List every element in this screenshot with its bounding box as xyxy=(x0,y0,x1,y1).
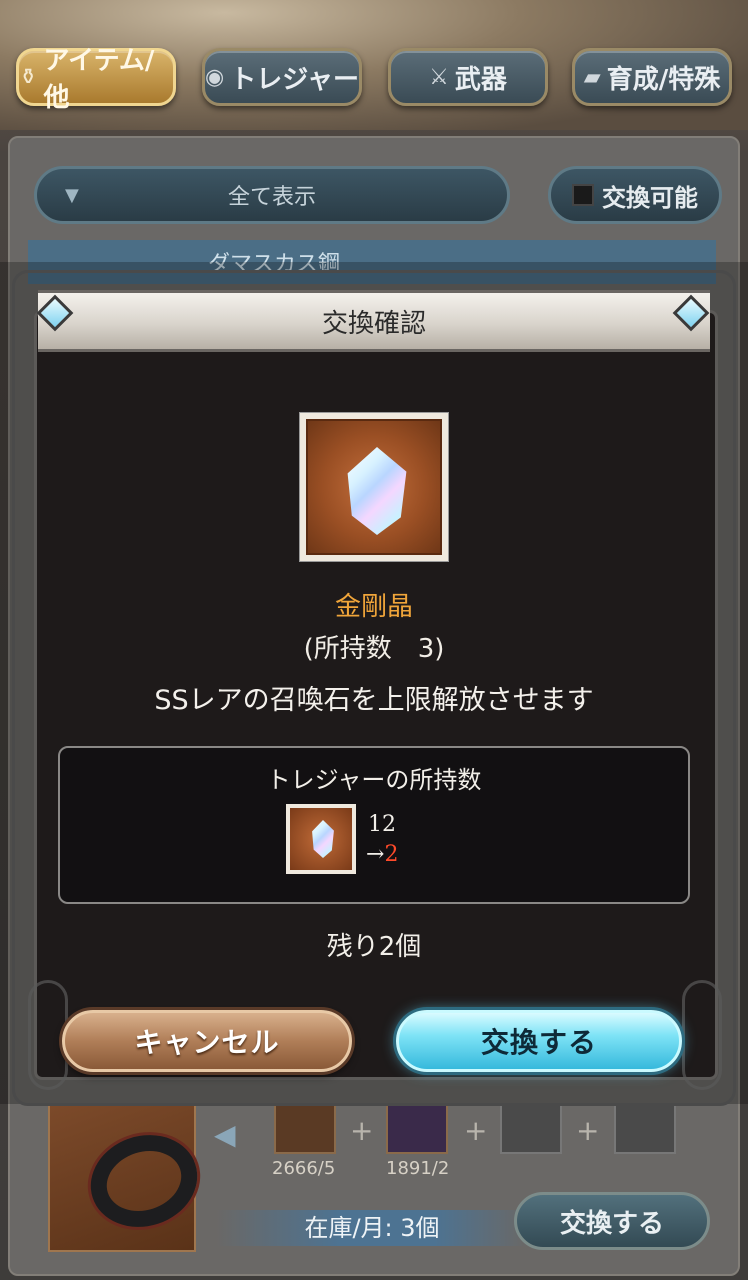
material-thumb xyxy=(274,1104,336,1154)
arrow-right-icon: → xyxy=(366,842,385,867)
arrow-left-icon: ◀ xyxy=(214,1118,236,1151)
crystal-icon xyxy=(347,447,407,535)
tab-label: トレジャー xyxy=(230,64,359,95)
item-name: 金剛晶 xyxy=(334,592,413,622)
treasure-icon: ◉ xyxy=(205,64,225,90)
empty-slot xyxy=(614,1104,676,1154)
owned-count: (所持数 3) xyxy=(303,634,445,664)
toggle-label: 交換可能 xyxy=(602,183,698,212)
plus-icon: + xyxy=(576,1114,600,1147)
tab-label: 育成/特殊 xyxy=(606,64,721,95)
item-description: SSレアの召喚石を上限解放させます xyxy=(154,685,594,716)
exchange-screen: ⚱ アイテム/他 ◉ トレジャー ⚔ 武器 ▰ 育成/特殊 ▼ 全て表示 交換可… xyxy=(0,0,748,1280)
plus-icon: + xyxy=(350,1114,374,1147)
tab-training[interactable]: ▰ 育成/特殊 xyxy=(572,48,732,106)
tab-label: 武器 xyxy=(454,64,507,95)
treasure-count-title: トレジャーの所持数 xyxy=(266,766,482,794)
plus-icon: + xyxy=(464,1114,488,1147)
material-count: 1891/2 xyxy=(386,1158,450,1179)
treasure-after: 2 xyxy=(384,842,399,867)
item-image xyxy=(299,412,449,562)
treasure-background xyxy=(290,808,352,870)
tab-weapons[interactable]: ⚔ 武器 xyxy=(388,48,548,106)
treasure-count-box: トレジャーの所持数 12 →2 xyxy=(58,746,690,904)
stock-label: 在庫/月: 3個 xyxy=(216,1210,528,1246)
material-thumb xyxy=(386,1104,448,1154)
exchangeable-toggle[interactable]: 交換可能 xyxy=(548,166,722,224)
crystal-icon xyxy=(312,820,334,858)
item-background xyxy=(306,419,442,555)
tab-items[interactable]: ⚱ アイテム/他 xyxy=(16,46,176,113)
treasure-after-line: →2 xyxy=(366,842,398,867)
exchange-button[interactable]: 交換する xyxy=(514,1192,710,1250)
cancel-button[interactable]: キャンセル xyxy=(62,1010,352,1072)
list-item: ◀ 2666/5 + 1891/2 + + 在庫/月: 3個 交換する xyxy=(28,1104,716,1274)
frame-ornament xyxy=(682,980,722,1090)
filter-dropdown[interactable]: ▼ 全て表示 xyxy=(34,166,510,224)
treasure-thumbnail xyxy=(286,804,356,874)
treasure-before: 12 xyxy=(368,812,396,837)
remaining-count: 残り2個 xyxy=(326,932,422,962)
sword-icon: ⚔ xyxy=(429,64,449,90)
card-icon: ▰ xyxy=(583,64,601,90)
filter-label: 全て表示 xyxy=(227,185,316,210)
ring-icon xyxy=(78,1121,210,1241)
confirm-exchange-button[interactable]: 交換する xyxy=(396,1010,682,1072)
tab-label: アイテム/他 xyxy=(43,46,155,113)
tab-treasure[interactable]: ◉ トレジャー xyxy=(202,48,362,106)
potion-icon: ⚱ xyxy=(19,64,38,90)
dialog-title: 交換確認 xyxy=(38,290,710,352)
category-tabs: ⚱ アイテム/他 ◉ トレジャー ⚔ 武器 ▰ 育成/特殊 xyxy=(0,46,748,113)
material-count: 2666/5 xyxy=(272,1158,336,1179)
checkbox-icon xyxy=(572,184,594,206)
ring-thumbnail xyxy=(48,1104,210,1252)
empty-slot xyxy=(500,1104,562,1154)
